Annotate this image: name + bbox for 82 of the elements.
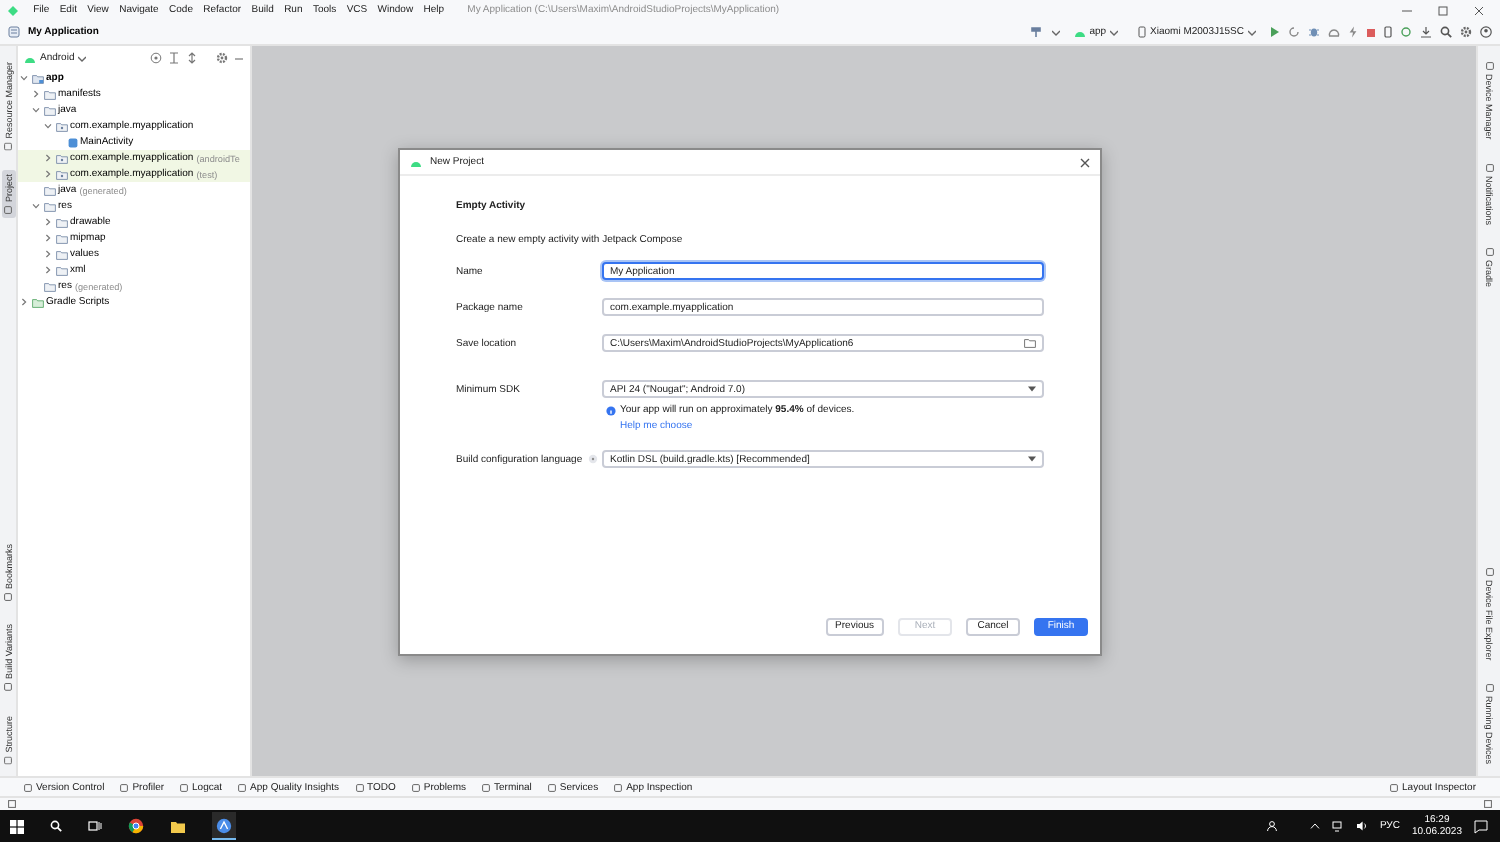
- tool-icon: [120, 783, 129, 791]
- chevron-up-icon[interactable]: [1309, 822, 1320, 830]
- volume-icon[interactable]: [1355, 820, 1368, 832]
- folder-icon[interactable]: [170, 819, 186, 833]
- collapse-icon[interactable]: [168, 52, 180, 64]
- tool-icon: [1485, 163, 1493, 172]
- tool-icon: [238, 783, 247, 791]
- tool-icon: [1485, 683, 1493, 692]
- account-icon[interactable]: [1480, 26, 1492, 38]
- caret-icon: [1028, 456, 1036, 462]
- play-icon[interactable]: [1270, 26, 1280, 38]
- chevron-right-icon[interactable]: [44, 170, 52, 178]
- folder-icon: [31, 73, 43, 83]
- caret-icon: [78, 55, 87, 61]
- tool-icon: [180, 783, 189, 791]
- refresh-icon[interactable]: [1288, 26, 1300, 38]
- chevron-down-icon[interactable]: [20, 74, 28, 82]
- minimize-icon[interactable]: [234, 53, 244, 63]
- tool-icon: [547, 783, 556, 791]
- chevron-down-icon[interactable]: [32, 202, 40, 210]
- browser-icon[interactable]: [128, 818, 144, 834]
- search-icon[interactable]: [1440, 26, 1452, 38]
- chevron-right-icon[interactable]: [32, 90, 40, 98]
- tool-icon: [4, 683, 12, 692]
- download-icon[interactable]: [1420, 26, 1432, 38]
- hammer-icon[interactable]: [1029, 26, 1044, 38]
- folder-icon: [55, 153, 67, 163]
- class-icon: [67, 137, 77, 147]
- chevron-right-icon[interactable]: [44, 218, 52, 226]
- tool-icon: [482, 783, 490, 791]
- tool-icon: [614, 783, 623, 791]
- chevron-right-icon[interactable]: [20, 298, 28, 306]
- folder-icon: [55, 169, 67, 179]
- square-icon[interactable]: [8, 800, 16, 808]
- tool-icon: [1390, 783, 1399, 791]
- windows-icon[interactable]: [10, 819, 24, 833]
- caret-icon: [1248, 29, 1256, 35]
- chevron-down-icon[interactable]: [44, 122, 52, 130]
- logo-icon: [8, 5, 18, 15]
- app-icon[interactable]: [216, 818, 232, 834]
- tool-icon: [24, 783, 32, 791]
- gear-icon[interactable]: [216, 52, 228, 64]
- chevron-right-icon[interactable]: [44, 154, 52, 162]
- android-icon: [410, 157, 422, 167]
- tool-icon: [1485, 567, 1493, 576]
- tool-icon: [4, 206, 12, 215]
- tool-icon: [1485, 62, 1493, 70]
- chevron-right-icon[interactable]: [44, 266, 52, 274]
- target-icon[interactable]: [150, 52, 162, 64]
- caret-icon: [1028, 386, 1036, 392]
- minimize-icon[interactable]: [1402, 5, 1412, 15]
- tool-icon: [355, 783, 364, 791]
- phone-icon[interactable]: [1384, 26, 1392, 38]
- folder-icon: [55, 121, 67, 131]
- android-icon: [24, 53, 36, 63]
- notification-icon[interactable]: [1474, 819, 1488, 833]
- task-view-icon[interactable]: [88, 820, 102, 832]
- project-icon: [8, 26, 20, 38]
- caret-icon: [1051, 29, 1060, 35]
- chevron-down-icon[interactable]: [32, 106, 40, 114]
- bolt-icon[interactable]: [1348, 26, 1358, 38]
- close-icon[interactable]: [1474, 5, 1484, 15]
- gear-icon[interactable]: [1460, 26, 1472, 38]
- people-icon[interactable]: [1265, 820, 1278, 832]
- tool-icon: [4, 592, 12, 601]
- phone-icon: [1138, 26, 1147, 38]
- tool-icon: [411, 783, 420, 791]
- square-icon[interactable]: [1484, 800, 1492, 808]
- maximize-icon[interactable]: [1438, 5, 1448, 15]
- caret-icon: [1110, 29, 1119, 35]
- info-icon: [606, 405, 616, 415]
- tool-icon: [1485, 248, 1493, 257]
- bug-icon[interactable]: [1308, 26, 1320, 38]
- close-icon[interactable]: [1080, 157, 1090, 167]
- tool-icon: [4, 756, 12, 764]
- stop-icon[interactable]: [1366, 27, 1376, 37]
- expand-icon[interactable]: [186, 52, 198, 64]
- chevron-right-icon[interactable]: [44, 250, 52, 258]
- tool-icon: [4, 142, 12, 151]
- chevron-right-icon[interactable]: [44, 234, 52, 242]
- network-icon[interactable]: [1331, 820, 1344, 832]
- android-icon: [1073, 27, 1086, 37]
